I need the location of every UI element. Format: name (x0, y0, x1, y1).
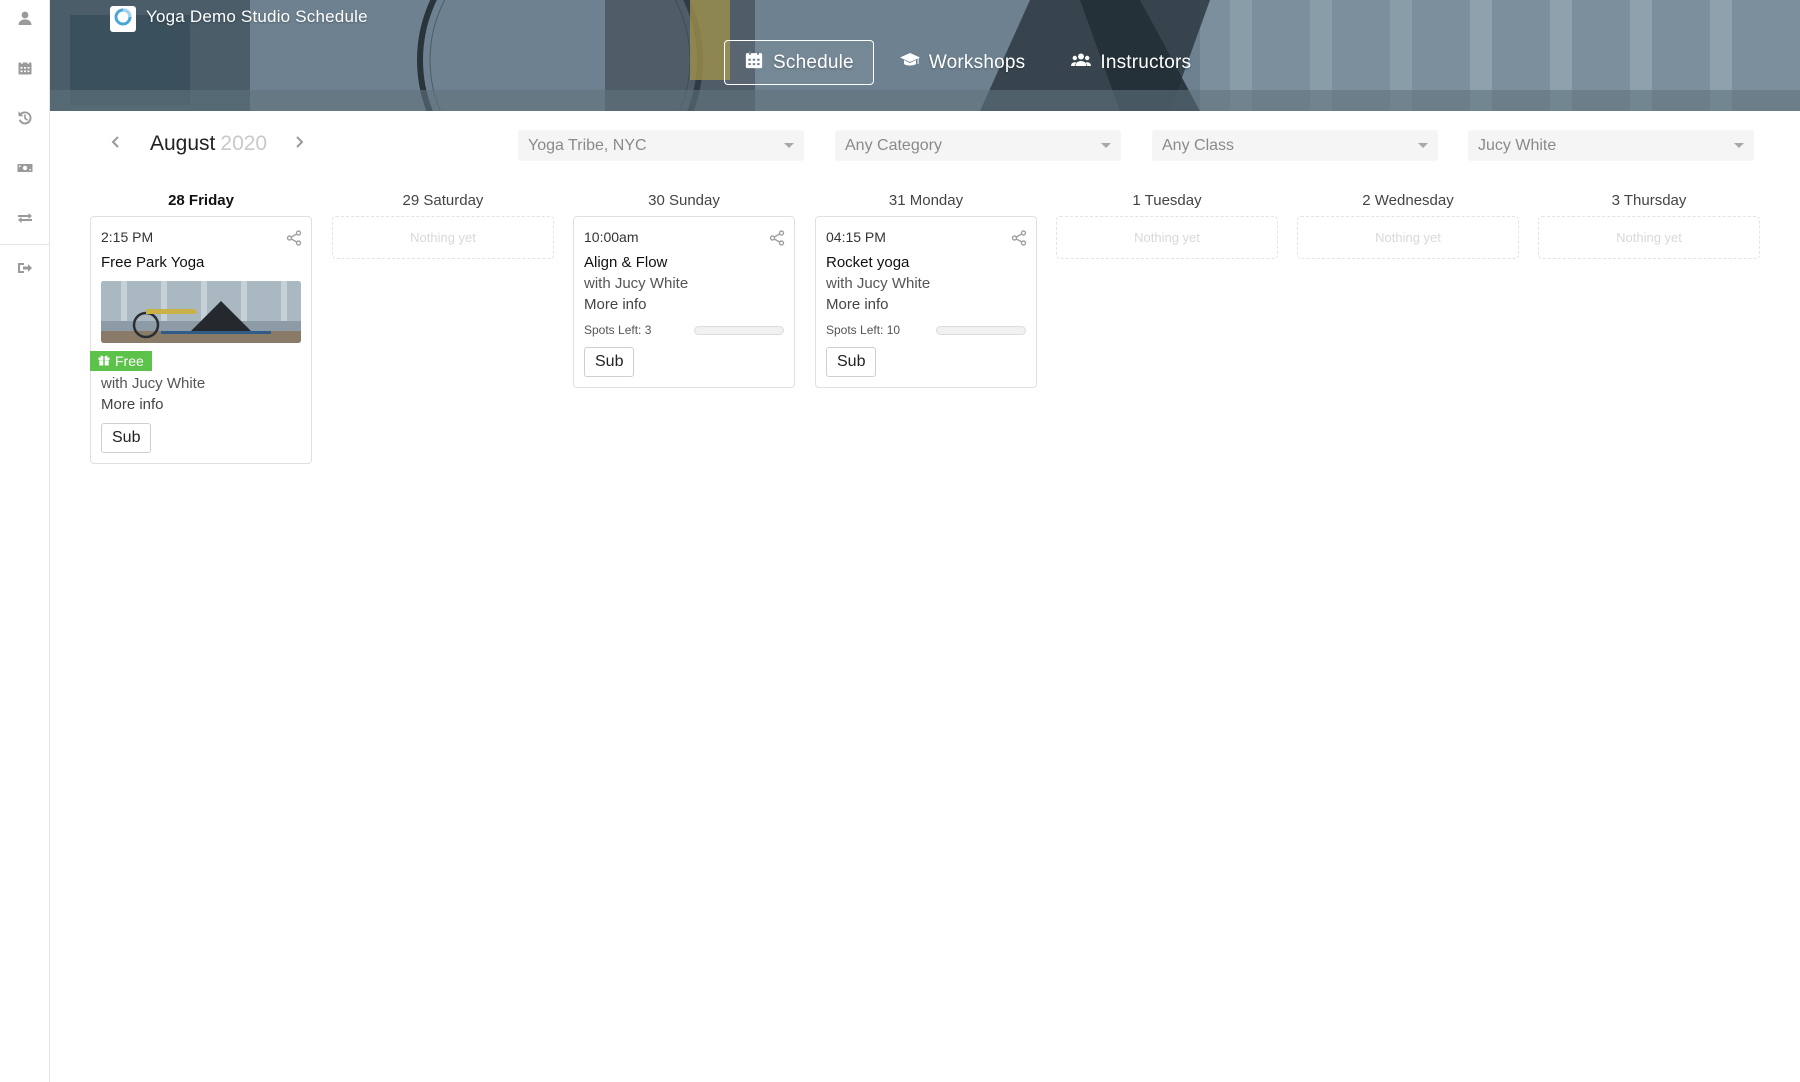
gift-icon (98, 353, 115, 369)
category-select-value: Any Category (845, 136, 942, 154)
event-card[interactable]: 10:00am Align & Flow with Jucy White Mor… (573, 216, 795, 388)
spots-progress-bar (936, 325, 1026, 335)
top-nav: Schedule Workshops Instructors (724, 40, 1217, 85)
day-column: 28 Friday 2:15 PM Free Park Yoga Free wi… (90, 190, 312, 464)
day-column: 29 Saturday Nothing yet (332, 190, 554, 259)
day-column: 2 Wednesday Nothing yet (1297, 190, 1519, 259)
day-header: 2 Wednesday (1362, 192, 1454, 209)
studio-title: Yoga Demo Studio Schedule (146, 7, 368, 26)
left-sidebar (0, 0, 50, 1082)
event-name: Rocket yoga (826, 254, 910, 271)
exchange-icon (17, 210, 33, 231)
sub-button[interactable]: Sub (584, 347, 635, 377)
class-select[interactable]: Any Class (1152, 130, 1438, 161)
day-header: 30 Sunday (648, 192, 720, 209)
empty-day-placeholder: Nothing yet (332, 216, 554, 259)
history-icon (17, 110, 33, 131)
sidebar-divider (0, 244, 50, 245)
calendar-icon (17, 60, 33, 81)
free-badge-label: Free (115, 353, 144, 369)
sign-out-icon (17, 260, 33, 281)
caret-down-icon (784, 143, 794, 148)
more-info-link[interactable]: More info (826, 296, 1026, 313)
class-select-value: Any Class (1162, 136, 1235, 154)
month-navigator: August 2020 (104, 128, 311, 160)
tab-workshops[interactable]: Workshops (880, 40, 1046, 85)
empty-day-placeholder: Nothing yet (1297, 216, 1519, 259)
location-select[interactable]: Yoga Tribe, NYC (518, 130, 804, 161)
prev-month-button[interactable] (104, 132, 128, 156)
instructor-select-value: Jucy White (1478, 136, 1557, 154)
next-month-button[interactable] (287, 132, 311, 156)
month-label: August (150, 132, 216, 155)
spots-left: Spots Left: 3 (584, 323, 652, 337)
day-column: 31 Monday 04:15 PM Rocket yoga with Jucy… (815, 190, 1037, 388)
location-select-value: Yoga Tribe, NYC (528, 136, 647, 154)
event-time: 2:15 PM (101, 229, 154, 245)
event-image[interactable] (101, 281, 301, 343)
event-instructor: with Jucy White (826, 275, 931, 292)
free-badge: Free (90, 351, 152, 371)
share-icon[interactable] (1011, 230, 1027, 246)
spots-progress-bar (694, 325, 784, 335)
chevron-left-icon (110, 135, 122, 153)
more-info-link[interactable]: More info (584, 296, 784, 313)
sidebar-item-profile[interactable] (0, 0, 50, 40)
empty-day-placeholder: Nothing yet (1056, 216, 1278, 259)
event-instructor: with Jucy White (101, 375, 206, 392)
calendar-icon (744, 50, 773, 76)
spots-row: Spots Left: 3 (584, 323, 784, 337)
more-info-link[interactable]: More info (101, 396, 301, 413)
spots-row: Spots Left: 10 (826, 323, 1026, 337)
money-icon (17, 160, 33, 181)
caret-down-icon (1101, 143, 1111, 148)
tab-schedule[interactable]: Schedule (724, 40, 874, 85)
sidebar-item-logout[interactable] (0, 250, 50, 290)
event-time: 04:15 PM (826, 229, 886, 245)
user-icon (17, 10, 33, 31)
event-card[interactable]: 2:15 PM Free Park Yoga Free with Jucy Wh… (90, 216, 312, 464)
share-icon[interactable] (286, 230, 302, 246)
sidebar-item-calendar[interactable] (0, 50, 50, 90)
tab-workshops-label: Workshops (928, 51, 1026, 73)
day-header: 3 Thursday (1611, 192, 1687, 209)
year-label: 2020 (220, 132, 268, 155)
studio-logo[interactable] (110, 6, 136, 32)
spots-left: Spots Left: 10 (826, 323, 901, 337)
sidebar-item-payments[interactable] (0, 150, 50, 190)
sidebar-item-transfers[interactable] (0, 200, 50, 240)
day-header: 29 Saturday (402, 192, 484, 209)
tab-schedule-label: Schedule (773, 51, 854, 73)
users-icon (1071, 50, 1100, 76)
header-banner: Yoga Demo Studio Schedule Schedule Works… (50, 0, 1800, 111)
day-header: 1 Tuesday (1132, 192, 1202, 209)
sidebar-item-history[interactable] (0, 100, 50, 140)
event-card[interactable]: 04:15 PM Rocket yoga with Jucy White Mor… (815, 216, 1037, 388)
tab-instructors[interactable]: Instructors (1051, 40, 1211, 85)
event-name: Align & Flow (584, 254, 668, 271)
event-time: 10:00am (584, 229, 639, 245)
tab-instructors-label: Instructors (1100, 51, 1192, 73)
caret-down-icon (1418, 143, 1428, 148)
day-column: 30 Sunday 10:00am Align & Flow with Jucy… (573, 190, 795, 388)
chevron-right-icon (293, 135, 305, 153)
event-instructor: with Jucy White (584, 275, 689, 292)
category-select[interactable]: Any Category (835, 130, 1121, 161)
day-header: 31 Monday (888, 192, 964, 209)
instructor-select[interactable]: Jucy White (1468, 130, 1754, 161)
event-name: Free Park Yoga (101, 254, 205, 271)
day-column: 1 Tuesday Nothing yet (1056, 190, 1278, 259)
caret-down-icon (1734, 143, 1744, 148)
day-column: 3 Thursday Nothing yet (1538, 190, 1760, 259)
sub-button[interactable]: Sub (826, 347, 877, 377)
graduation-cap-icon (899, 50, 929, 76)
sub-button[interactable]: Sub (101, 423, 152, 453)
share-icon[interactable] (769, 230, 785, 246)
day-header: 28 Friday (168, 192, 234, 209)
empty-day-placeholder: Nothing yet (1538, 216, 1760, 259)
event-photo (101, 281, 301, 343)
studio-logo-icon (113, 7, 133, 32)
